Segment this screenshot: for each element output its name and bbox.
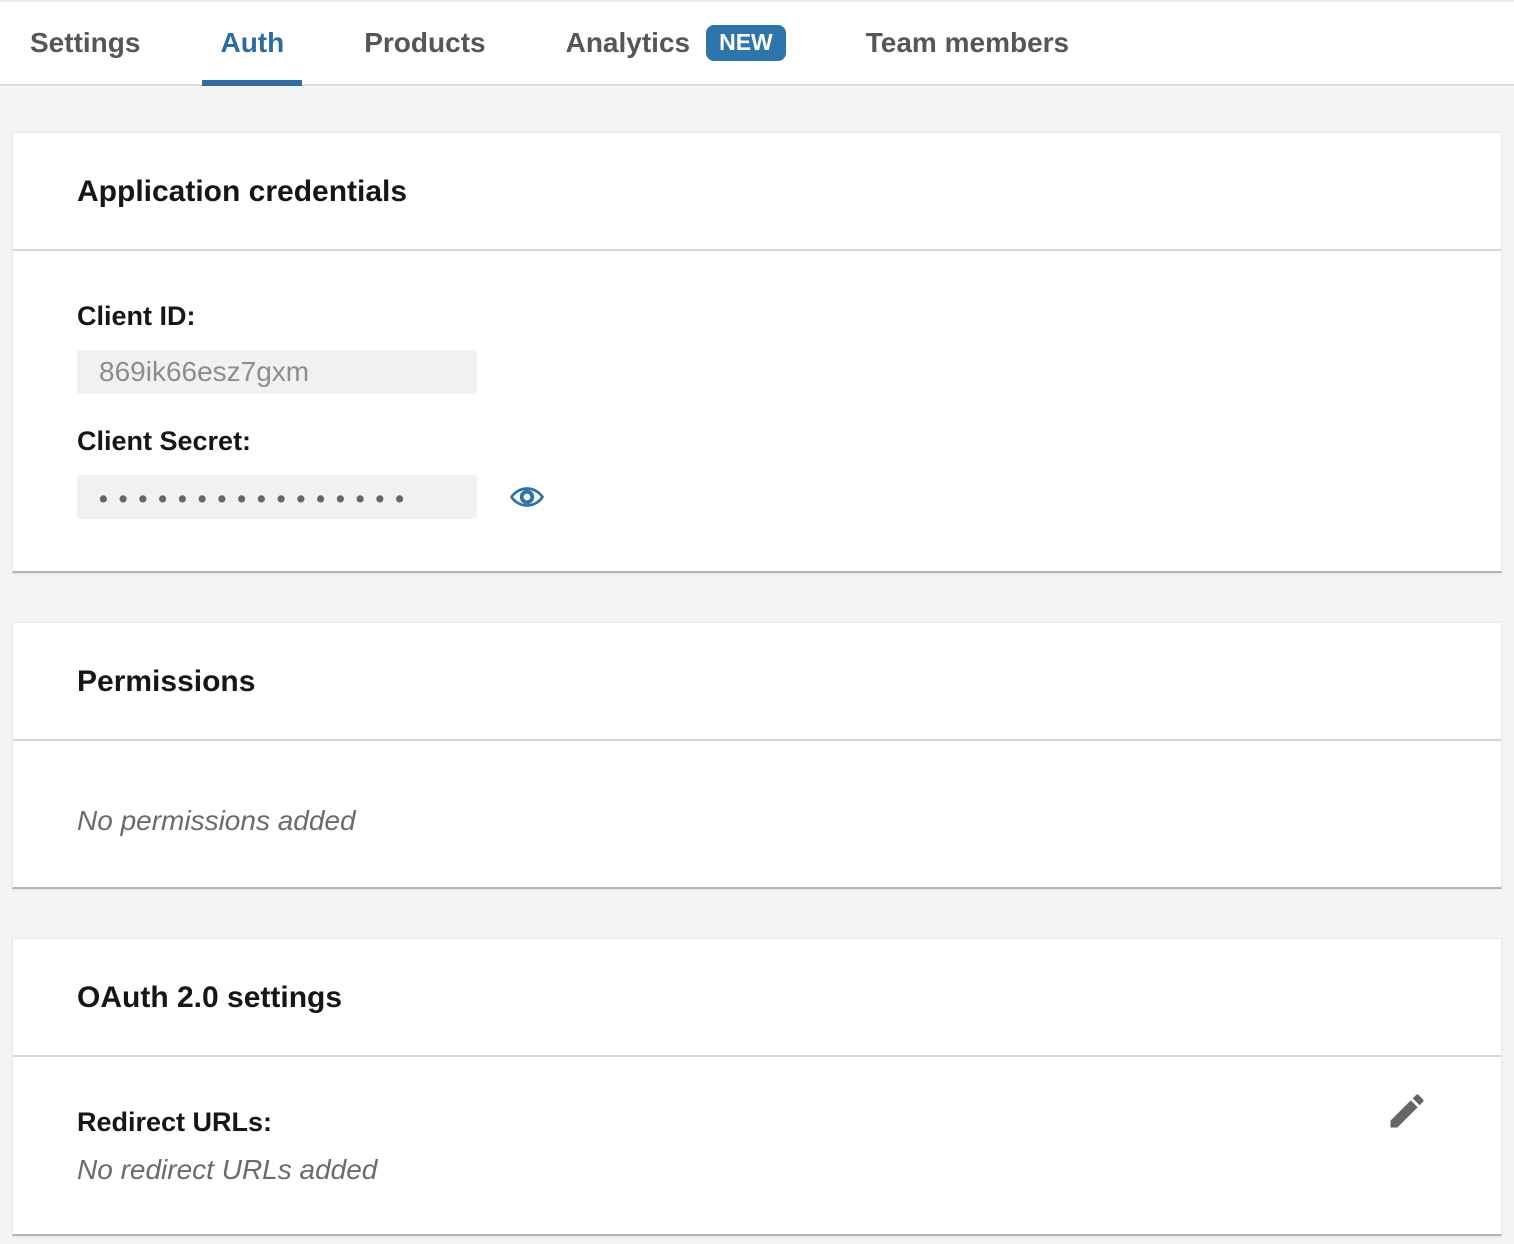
tab-analytics-label: Analytics bbox=[566, 27, 691, 59]
tab-team-members[interactable]: Team members bbox=[848, 2, 1087, 84]
no-redirect-urls-text: No redirect URLs added bbox=[77, 1154, 1437, 1186]
oauth-settings-title: OAuth 2.0 settings bbox=[13, 939, 1501, 1057]
tab-auth-label: Auth bbox=[220, 27, 284, 59]
tab-settings-label: Settings bbox=[30, 27, 140, 59]
pencil-icon bbox=[1385, 1089, 1429, 1133]
new-badge: NEW bbox=[706, 25, 786, 61]
tab-auth[interactable]: Auth bbox=[202, 2, 302, 84]
application-credentials-card: Application credentials Client ID: 869ik… bbox=[12, 132, 1502, 573]
tab-team-members-label: Team members bbox=[866, 27, 1069, 59]
tab-analytics[interactable]: Analytics NEW bbox=[548, 2, 804, 84]
application-credentials-title: Application credentials bbox=[13, 133, 1501, 251]
client-secret-masked-value[interactable]: •••••••••••••••• bbox=[77, 475, 477, 519]
tab-settings[interactable]: Settings bbox=[12, 2, 158, 84]
no-permissions-text: No permissions added bbox=[77, 805, 1437, 837]
tab-products[interactable]: Products bbox=[346, 2, 503, 84]
client-secret-row: •••••••••••••••• bbox=[77, 475, 1437, 519]
application-credentials-body: Client ID: 869ik66esz7gxm Client Secret:… bbox=[13, 251, 1501, 571]
eye-icon bbox=[510, 480, 544, 514]
client-id-label: Client ID: bbox=[77, 301, 1437, 332]
edit-redirect-urls-button[interactable] bbox=[1385, 1089, 1429, 1133]
permissions-title: Permissions bbox=[13, 623, 1501, 741]
permissions-body: No permissions added bbox=[13, 741, 1501, 887]
reveal-secret-button[interactable] bbox=[510, 480, 544, 514]
permissions-card: Permissions No permissions added bbox=[12, 622, 1502, 889]
client-id-value[interactable]: 869ik66esz7gxm bbox=[77, 350, 477, 394]
oauth-settings-card: OAuth 2.0 settings Redirect URLs: No red… bbox=[12, 938, 1502, 1236]
oauth-settings-body: Redirect URLs: No redirect URLs added bbox=[13, 1057, 1501, 1234]
client-secret-label: Client Secret: bbox=[77, 426, 1437, 457]
tab-bar: Settings Auth Products Analytics NEW Tea… bbox=[0, 0, 1514, 86]
tab-products-label: Products bbox=[364, 27, 485, 59]
redirect-urls-label: Redirect URLs: bbox=[77, 1107, 1437, 1138]
